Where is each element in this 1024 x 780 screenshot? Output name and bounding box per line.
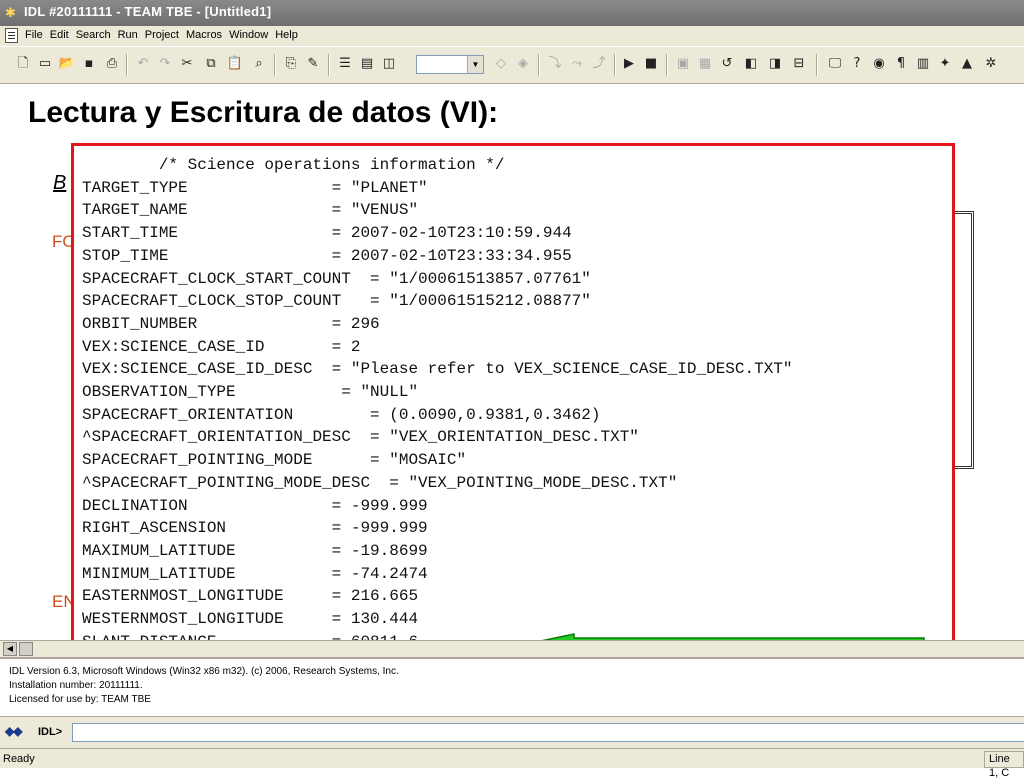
redo-icon[interactable]: ↷ [156, 55, 174, 73]
cascade-icon[interactable]: ◫ [380, 55, 398, 73]
code-line: START_TIME = 2007-02-10T23:10:59.944 [82, 224, 572, 243]
menu-bar: File Edit Search Run Project Macros Wind… [0, 26, 1024, 46]
chevron-down-icon[interactable]: ▼ [467, 56, 483, 73]
code-comment: /* Science operations information */ [82, 156, 505, 174]
clear-breakpoint-icon[interactable]: ◈ [514, 55, 532, 73]
paste-icon[interactable]: 📋 [226, 55, 244, 73]
code-line: DECLINATION = -999.999 [82, 496, 428, 515]
tile-vertical-icon[interactable]: ▤ [358, 55, 376, 73]
find-icon[interactable]: ⌕ [250, 55, 268, 73]
variable-watch-icon[interactable]: ◧ [742, 55, 760, 73]
menu-run[interactable]: Run [117, 29, 144, 41]
toolbar-separator [126, 54, 127, 76]
copy-icon[interactable]: ⧉ [202, 55, 220, 73]
horizontal-scrollbar[interactable]: ◀ [0, 640, 1024, 657]
step-out-icon[interactable]: ⤴ [590, 55, 608, 73]
code-line: VEX:SCIENCE_CASE_ID = 2 [82, 337, 361, 356]
output-line: Licensed for use by: TEAM TBE [9, 694, 151, 705]
new-window-icon[interactable]: ▭ [36, 55, 54, 73]
code-line: RIGHT_ASCENSION = -999.999 [82, 519, 428, 538]
run-icon[interactable]: ▶ [620, 55, 638, 73]
scroll-thumb[interactable] [19, 642, 33, 656]
toolbar-separator [614, 54, 615, 76]
output-log: IDL Version 6.3, Microsoft Windows (Win3… [0, 657, 1024, 715]
idl-app-icon[interactable]: ✱ [5, 5, 21, 21]
insight-icon[interactable]: ▥ [914, 55, 932, 73]
code-line: ORBIT_NUMBER = 296 [82, 314, 380, 333]
status-text: Ready [3, 753, 35, 765]
output-line: Installation number: 20111111. [9, 680, 143, 691]
toolbar-separator [328, 54, 329, 76]
code-line: SPACECRAFT_CLOCK_START_COUNT = "1/000615… [82, 269, 591, 288]
reset-icon[interactable]: ↺ [718, 55, 736, 73]
breakpoint-icon[interactable]: ◇ [492, 55, 510, 73]
code-line: OBSERVATION_TYPE = "NULL" [82, 383, 419, 402]
idl-logo-icon: ◆◆ [5, 724, 22, 738]
toolbar-separator [666, 54, 667, 76]
code-line: MINIMUM_LATITUDE = -74.2474 [82, 564, 428, 583]
code-line: WESTERNMOST_LONGITUDE = 130.444 [82, 610, 419, 629]
image-tool-icon[interactable]: ▲ [958, 55, 976, 73]
plot-icon[interactable]: ✦ [936, 55, 954, 73]
new-file-icon[interactable]: 🗋 [14, 55, 32, 73]
code-line: TARGET_TYPE = "PLANET" [82, 178, 428, 197]
menu-file[interactable]: File [24, 29, 49, 41]
command-input[interactable] [72, 723, 1024, 742]
menu-search[interactable]: Search [75, 29, 117, 41]
help-icon[interactable]: ? [848, 55, 866, 73]
code-listing-panel: /* Science operations information */ TAR… [71, 143, 955, 670]
toolbar-separator [538, 54, 539, 76]
code-line: ^SPACECRAFT_POINTING_MODE_DESC = "VEX_PO… [82, 473, 678, 492]
document-icon[interactable] [5, 28, 18, 43]
code-line: MAXIMUM_LATITUDE = -19.8699 [82, 541, 428, 560]
command-bar: ◆◆ IDL> [0, 716, 1024, 748]
text-tool-icon[interactable]: ¶ [892, 55, 910, 73]
print-icon[interactable]: ⎙ [103, 55, 121, 73]
toolbar: 🗋 ▭ 📂 ▪ ⎙ ↶ ↷ ✂ ⧉ 📋 ⌕ ⎘ ✎ ☰ ▤ ◫ ▼ ◇ ◈ ⤵ … [0, 46, 1024, 84]
command-log-icon[interactable]: ◨ [766, 55, 784, 73]
code-line: VEX:SCIENCE_CASE_ID_DESC = "Please refer… [82, 360, 793, 379]
menu-macros[interactable]: Macros [185, 29, 228, 41]
page-title: Lectura y Escritura de datos (VI): [28, 96, 499, 129]
undo-icon[interactable]: ↶ [134, 55, 152, 73]
command-prompt: IDL> [38, 726, 63, 738]
code-line: SPACECRAFT_CLOCK_STOP_COUNT = "1/0006151… [82, 292, 591, 311]
code-line: STOP_TIME = 2007-02-10T23:33:34.955 [82, 246, 572, 265]
trace-icon[interactable]: ▦ [696, 55, 714, 73]
window-title: IDL #20111111 - TEAM TBE - [Untitled1] [24, 4, 272, 19]
partial-heading-text: B [53, 172, 67, 194]
code-line: SPACECRAFT_ORIENTATION = (0.0090,0.9381,… [82, 405, 601, 424]
cut-icon[interactable]: ✂ [178, 55, 196, 73]
step-into-icon[interactable]: ⤵ [546, 55, 564, 73]
cursor-position: Line 1, C [984, 751, 1024, 779]
output-log-icon[interactable]: ⊟ [790, 55, 808, 73]
view-icon[interactable]: ◉ [870, 55, 888, 73]
compile-icon[interactable]: ⎘ [282, 55, 300, 73]
code-line: EASTERNMOST_LONGITUDE = 216.665 [82, 587, 419, 606]
code-line: SPACECRAFT_POINTING_MODE = "MOSAIC" [82, 451, 467, 470]
stop-icon[interactable]: ■ [642, 55, 660, 73]
status-bar: Ready Line 1, C [0, 748, 1024, 779]
monitor-icon[interactable]: 🖵 [826, 55, 844, 73]
toolbar-combo[interactable]: ▼ [416, 55, 484, 74]
surface-icon[interactable]: ✲ [982, 55, 1000, 73]
tile-horizontal-icon[interactable]: ☰ [336, 55, 354, 73]
open-folder-icon[interactable]: 📂 [58, 55, 76, 73]
toolbar-separator [274, 54, 275, 76]
code-line: ^SPACECRAFT_ORIENTATION_DESC = "VEX_ORIE… [82, 428, 639, 447]
code-line: TARGET_NAME = "VENUS" [82, 201, 419, 220]
profile-icon[interactable]: ▣ [674, 55, 692, 73]
toolbar-separator [816, 54, 817, 76]
edit-icon[interactable]: ✎ [304, 55, 322, 73]
title-bar: ✱ IDL #20111111 - TEAM TBE - [Untitled1] [0, 0, 1024, 26]
output-line: IDL Version 6.3, Microsoft Windows (Win3… [9, 666, 399, 677]
step-over-icon[interactable]: ⤳ [568, 55, 586, 73]
menu-window[interactable]: Window [228, 29, 274, 41]
menu-project[interactable]: Project [144, 29, 185, 41]
scroll-left-icon[interactable]: ◀ [3, 642, 17, 656]
code-listing: /* Science operations information */ TAR… [82, 154, 793, 653]
save-icon[interactable]: ▪ [80, 55, 98, 73]
menu-edit[interactable]: Edit [49, 29, 75, 41]
menu-help[interactable]: Help [274, 29, 304, 41]
